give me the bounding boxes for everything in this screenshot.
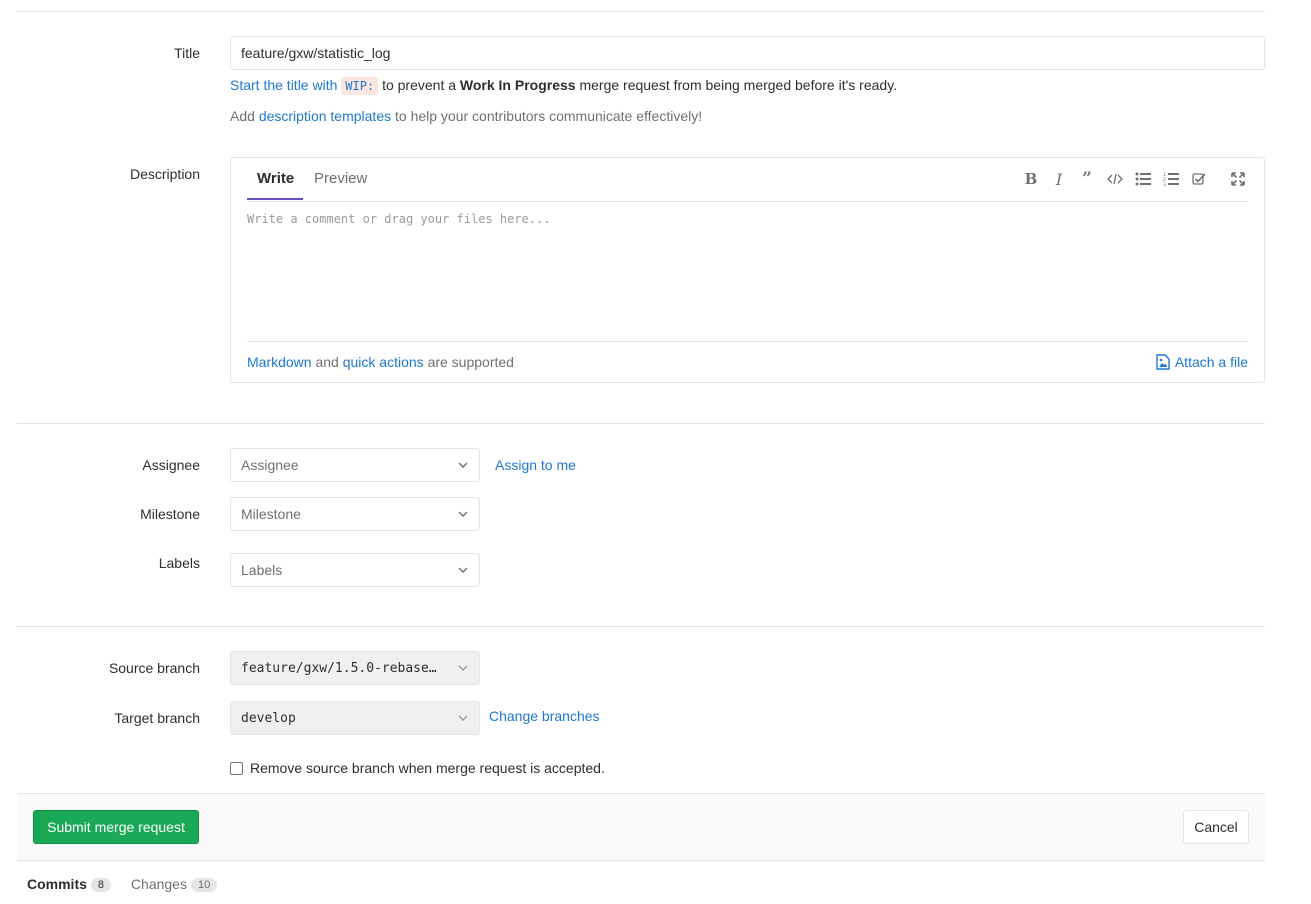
code-icon[interactable] (1106, 170, 1124, 188)
wip-hint-link[interactable]: Start the title with (230, 77, 337, 93)
italic-icon[interactable]: I (1050, 170, 1068, 189)
image-file-icon (1156, 354, 1170, 370)
chevron-down-icon (458, 462, 468, 468)
description-label: Description (129, 166, 200, 182)
wip-hint: Start the title with WIP: to prevent a W… (230, 77, 898, 95)
editor-tabs: Write Preview B I ” 123 (247, 158, 1248, 202)
assignee-label: Assignee (142, 457, 200, 473)
labels-label: Labels (158, 555, 200, 571)
description-templates-link[interactable]: description templates (259, 108, 391, 124)
bold-icon[interactable]: B (1022, 170, 1040, 188)
chevron-down-icon (458, 665, 468, 671)
tab-commits[interactable]: Commits 8 (27, 876, 115, 892)
wip-hint-middle: to prevent a (382, 77, 457, 93)
footer-suffix: are supported (427, 354, 514, 370)
tab-commits-label: Commits (27, 876, 87, 892)
source-branch-select: feature/gxw/1.5.0-rebase… (230, 651, 480, 685)
tab-changes[interactable]: Changes 10 (130, 876, 218, 892)
assign-to-me-link[interactable]: Assign to me (495, 457, 576, 473)
labels-select-value: Labels (241, 562, 283, 578)
svg-text:3: 3 (1163, 182, 1166, 186)
milestone-select-value: Milestone (241, 506, 301, 522)
labels-select[interactable]: Labels (230, 553, 480, 587)
change-branches-link[interactable]: Change branches (489, 708, 600, 724)
description-textarea[interactable]: Write a comment or drag your files here.… (247, 212, 550, 226)
task-list-icon[interactable] (1190, 170, 1208, 188)
target-branch-value: develop (241, 710, 296, 726)
template-hint-prefix: Add (230, 108, 255, 124)
milestone-select[interactable]: Milestone (230, 497, 480, 531)
tab-write[interactable]: Write (257, 170, 294, 187)
fullscreen-icon[interactable] (1229, 170, 1247, 188)
source-branch-label: Source branch (108, 660, 200, 676)
chevron-down-icon (458, 511, 468, 517)
title-input-value: feature/gxw/statistic_log (241, 45, 391, 61)
chevron-down-icon (458, 715, 468, 721)
section-divider-1 (17, 423, 1265, 424)
wip-hint-suffix: merge request from being merged before i… (579, 77, 898, 93)
wip-hint-bold: Work In Progress (459, 77, 576, 93)
assignee-select-value: Assignee (241, 457, 299, 473)
quick-actions-link[interactable]: quick actions (343, 354, 424, 370)
top-divider (17, 11, 1265, 12)
target-branch-label: Target branch (114, 710, 200, 726)
tab-changes-label: Changes (130, 876, 187, 892)
bullet-list-icon[interactable] (1134, 170, 1152, 188)
footer-and: and (315, 354, 339, 370)
editor-footer: Markdown and quick actions are supported… (247, 341, 1248, 383)
numbered-list-icon[interactable]: 123 (1162, 170, 1180, 188)
form-actions: Submit merge request Cancel (17, 793, 1265, 861)
template-hint-suffix: to help your contributors communicate ef… (395, 108, 703, 124)
target-branch-select: develop (230, 701, 480, 735)
quote-icon[interactable]: ” (1078, 169, 1096, 189)
commits-count-badge: 8 (90, 878, 112, 892)
attach-file-button[interactable]: Attach a file (1156, 354, 1248, 370)
changes-count-badge: 10 (190, 878, 218, 892)
markdown-link[interactable]: Markdown (247, 354, 312, 370)
remove-source-branch-checkbox[interactable] (230, 762, 243, 775)
submit-merge-request-button[interactable]: Submit merge request (33, 810, 199, 844)
bottom-tabs: Commits 8 Changes 10 (27, 876, 218, 892)
source-branch-value: feature/gxw/1.5.0-rebase… (241, 660, 437, 676)
wip-code: WIP: (341, 77, 379, 95)
template-hint: Add description templates to help your c… (230, 108, 702, 124)
tab-preview[interactable]: Preview (314, 170, 367, 187)
remove-source-branch-label[interactable]: Remove source branch when merge request … (250, 760, 605, 776)
cancel-button[interactable]: Cancel (1183, 810, 1249, 844)
chevron-down-icon (458, 567, 468, 573)
active-tab-underline (247, 198, 303, 200)
milestone-label: Milestone (140, 506, 200, 522)
description-editor: Write Preview B I ” 123 Write a comment … (230, 157, 1265, 383)
assignee-select[interactable]: Assignee (230, 448, 480, 482)
attach-file-label: Attach a file (1174, 354, 1248, 370)
title-input[interactable]: feature/gxw/statistic_log (230, 36, 1265, 70)
title-label: Title (174, 45, 200, 61)
section-divider-2 (17, 626, 1265, 627)
